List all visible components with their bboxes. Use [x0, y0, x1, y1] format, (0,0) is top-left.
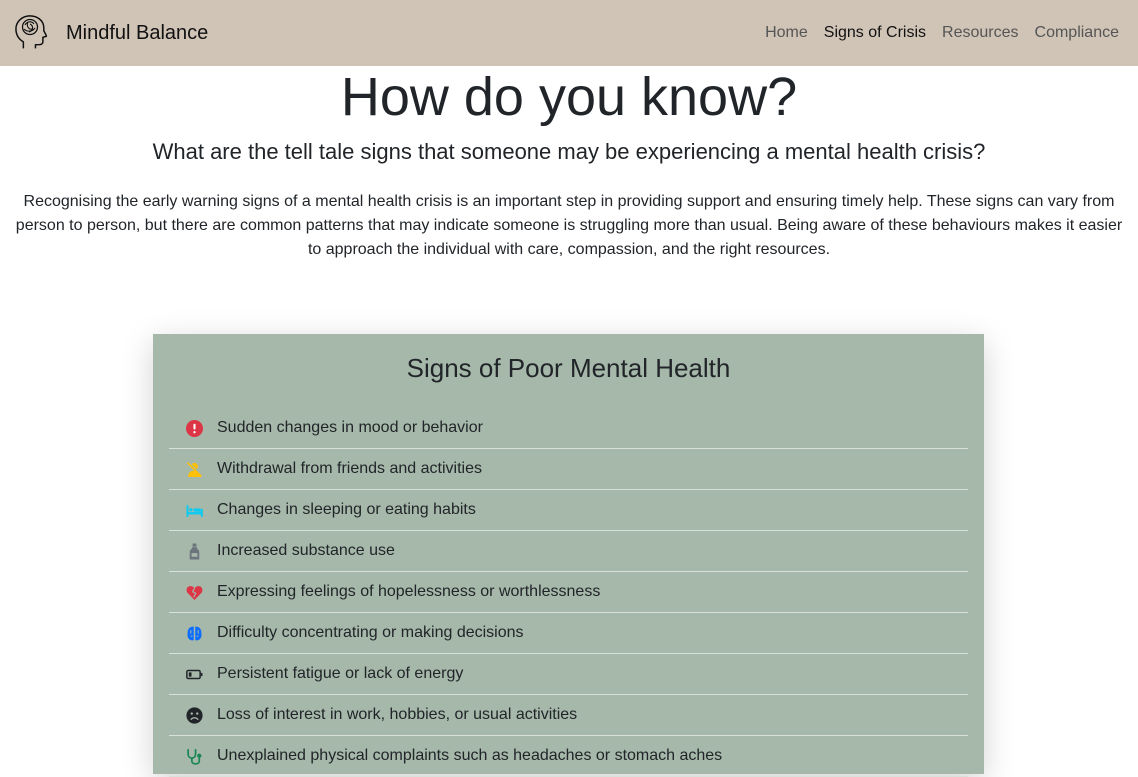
- nav-link-home[interactable]: Home: [765, 24, 808, 42]
- list-item: Unexplained physical complaints such as …: [169, 736, 968, 777]
- list-item: Loss of interest in work, hobbies, or us…: [169, 695, 968, 736]
- sign-text: Changes in sleeping or eating habits: [217, 501, 476, 518]
- page-title: How do you know?: [340, 67, 798, 127]
- nav-link-compliance[interactable]: Compliance: [1035, 24, 1119, 42]
- sign-text: Unexplained physical complaints such as …: [217, 747, 723, 764]
- sign-text: Difficulty concentrating or making decis…: [217, 624, 524, 641]
- navbar: Mindful Balance Home Signs of Crisis Res…: [0, 0, 1138, 66]
- sign-text: Persistent fatigue or lack of energy: [217, 665, 464, 682]
- list-item: Withdrawal from friends and activities: [169, 449, 968, 490]
- intro-paragraph: Recognising the early warning signs of a…: [15, 193, 1123, 258]
- sign-text: Withdrawal from friends and activities: [217, 460, 482, 477]
- stethoscope-icon: [187, 748, 202, 765]
- head-brain-icon: [15, 15, 47, 49]
- sign-text: Loss of interest in work, hobbies, or us…: [217, 706, 578, 723]
- list-item: Sudden changes in mood or behavior: [169, 408, 968, 449]
- battery-low-icon: [186, 669, 203, 679]
- sign-text: Increased substance use: [217, 542, 395, 559]
- exclamation-circle-icon: [186, 419, 203, 437]
- bottle-icon: [189, 543, 200, 559]
- sign-text: Expressing feelings of hopelessness or w…: [217, 583, 601, 600]
- brain-icon: [187, 626, 202, 640]
- list-item: Persistent fatigue or lack of energy: [169, 654, 968, 695]
- sign-text: Sudden changes in mood or behavior: [217, 419, 483, 436]
- nav-links: Home Signs of Crisis Resources Complianc…: [749, 24, 1119, 42]
- list-item: Changes in sleeping or eating habits: [169, 490, 968, 531]
- list-item: Expressing feelings of hopelessness or w…: [169, 572, 968, 613]
- page-subtitle: What are the tell tale signs that someon…: [152, 139, 986, 164]
- signs-card-title: Signs of Poor Mental Health: [406, 353, 731, 383]
- list-item: Difficulty concentrating or making decis…: [169, 613, 968, 654]
- bed-icon: [186, 504, 203, 517]
- frown-icon: [186, 706, 203, 724]
- nav-link-resources[interactable]: Resources: [942, 24, 1018, 42]
- person-slash-icon: [186, 461, 203, 477]
- list-item: Increased substance use: [169, 531, 968, 572]
- nav-link-signs-of-crisis[interactable]: Signs of Crisis: [824, 24, 926, 42]
- signs-card: Signs of Poor Mental Health Sudden chang…: [153, 334, 984, 777]
- brand-name: Mindful Balance: [66, 21, 209, 44]
- signs-list: Sudden changes in mood or behavior Withd…: [169, 408, 968, 777]
- brand[interactable]: Mindful Balance: [15, 14, 208, 52]
- heart-crack-icon: [186, 585, 203, 600]
